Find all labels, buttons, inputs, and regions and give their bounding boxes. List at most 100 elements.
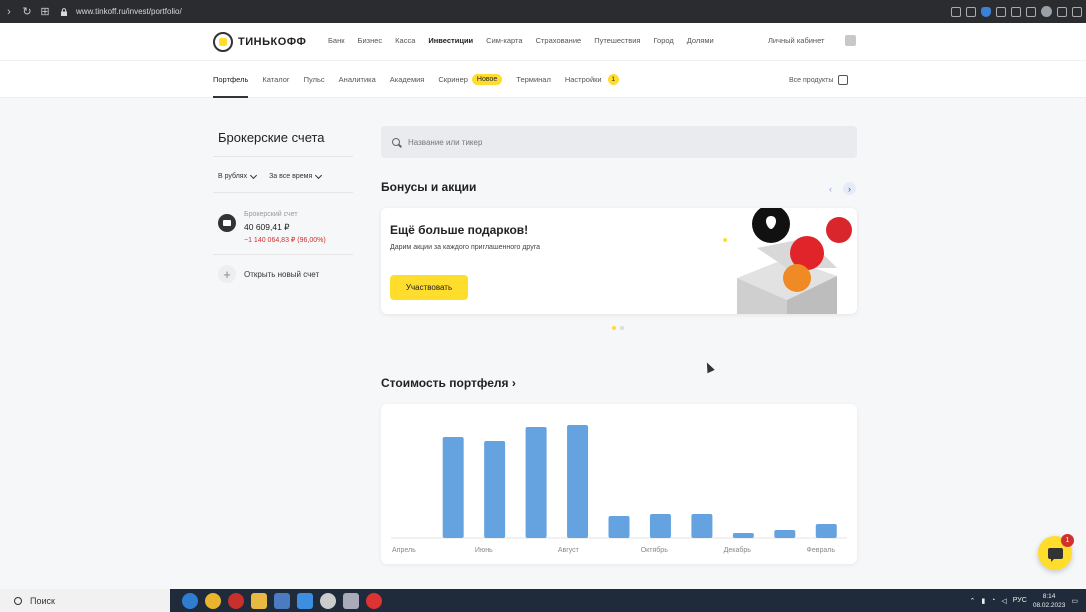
recorder-icon[interactable] — [366, 592, 382, 609]
chrome-icon[interactable] — [205, 592, 221, 609]
nav-city[interactable]: Город — [653, 36, 673, 45]
brand-name: ТИНЬКОФФ — [238, 36, 307, 48]
carousel-next-button[interactable]: › — [843, 182, 856, 195]
address-bar[interactable]: www.tinkoff.ru/invest/portfolio/ — [60, 7, 182, 16]
clock-date: 08.02.2023 — [1032, 601, 1066, 609]
windows-taskbar: Поиск ⌃ ▮ ◔ ◁ РУС 8:14 08.02.2023 ▭ — [0, 589, 1086, 612]
chart-bar-Ноябрь[interactable] — [691, 514, 713, 538]
carousel-prev-button[interactable]: ‹ — [824, 182, 837, 195]
promo-subtitle: Дарим акции за каждого приглашенного дру… — [390, 244, 541, 251]
nav-investments[interactable]: Инвестиции — [428, 36, 473, 45]
system-tray: ⌃ ▮ ◔ ◁ РУС 8:14 08.02.2023 ▭ — [969, 589, 1078, 612]
open-account-button[interactable]: + Открыть новый счет — [213, 254, 353, 283]
chart-bar-Январь[interactable] — [774, 530, 796, 538]
personal-cabinet-link[interactable]: Личный кабинет — [768, 36, 824, 45]
taskbar-search[interactable]: Поиск — [0, 589, 170, 612]
mail-icon[interactable] — [297, 592, 313, 609]
menu-icon[interactable] — [1072, 6, 1082, 17]
grid-icon — [838, 75, 849, 85]
new-badge: Новое — [471, 74, 503, 85]
chart-bar-Декабрь[interactable] — [732, 533, 754, 538]
tab-analytics[interactable]: Аналитика — [339, 75, 376, 84]
chart-bar-Октябрь[interactable] — [649, 514, 671, 538]
chart-bar-Август[interactable] — [567, 425, 589, 538]
tab-portfolio[interactable]: Портфель — [213, 75, 249, 98]
bonuses-title: Бонусы и акции — [381, 180, 477, 194]
notifications-icon[interactable]: ▭ — [1071, 597, 1078, 605]
screenshot-icon[interactable] — [966, 6, 976, 17]
account-name: Брокерский счет — [244, 211, 298, 218]
tab-screener[interactable]: Скринер Новое — [438, 74, 503, 85]
top-nav: Банк Бизнес Касса Инвестиции Сим-карта С… — [328, 36, 727, 45]
nav-sim[interactable]: Сим-карта — [486, 36, 522, 45]
tab-terminal[interactable]: Терминал — [516, 75, 551, 84]
x-tick-label: Декабрь — [724, 546, 752, 554]
participate-button[interactable]: Участвовать — [390, 275, 468, 300]
chart-bar-Июль[interactable] — [525, 427, 547, 538]
nav-kassa[interactable]: Касса — [395, 36, 415, 45]
chart-bar-Сентябрь[interactable] — [608, 516, 630, 538]
mouse-cursor — [703, 360, 715, 374]
tab-catalog[interactable]: Каталог — [262, 75, 289, 84]
shield-extension-icon[interactable] — [981, 6, 991, 17]
tab-settings[interactable]: Настройки 1 — [565, 74, 619, 85]
chart-bar-Февраль[interactable] — [815, 524, 837, 538]
cabinet-dropdown-icon[interactable] — [845, 35, 856, 46]
invest-subnav: Портфель Каталог Пульс Аналитика Академи… — [213, 74, 633, 98]
profile-avatar[interactable] — [1041, 6, 1052, 17]
tab-pulse[interactable]: Пульс — [304, 75, 325, 84]
carousel-dot[interactable] — [620, 326, 624, 330]
store-icon[interactable] — [274, 592, 290, 609]
app-icon[interactable] — [320, 592, 336, 609]
reload-icon[interactable]: ↻ — [18, 0, 36, 23]
volume-icon[interactable]: ◁ — [1001, 597, 1006, 605]
lock-icon — [61, 7, 67, 16]
edge-icon[interactable] — [182, 592, 198, 609]
gift-box-illustration — [723, 208, 852, 314]
microphone-icon[interactable]: ▮ — [981, 597, 985, 605]
chevron-up-icon[interactable]: ⌃ — [969, 597, 975, 605]
portfolio-value-title[interactable]: Стоимость портфеля › — [381, 376, 516, 390]
broker-account-item[interactable]: Брокерский счет 40 609,41 ₽ −1 140 064,8… — [213, 201, 353, 244]
address-text: www.tinkoff.ru/invest/portfolio/ — [76, 7, 182, 16]
all-products-link[interactable]: Все продукты — [789, 75, 849, 85]
extensions-icon[interactable] — [1026, 6, 1036, 17]
currency-filter[interactable]: В рублях — [218, 171, 258, 180]
tabs-grid-icon[interactable]: ⊞ — [36, 0, 54, 23]
bar-chart: Апрель Июнь Август Октябрь Декабрь Февраль — [391, 425, 847, 554]
promo-card[interactable]: Ещё больше подарков! Дарим акции за кажд… — [381, 208, 857, 314]
period-filter[interactable]: За все время — [269, 171, 323, 180]
network-icon[interactable]: ◔ — [991, 597, 995, 604]
tab-academy[interactable]: Академия — [390, 75, 425, 84]
promo-title: Ещё больше подарков! — [390, 223, 529, 237]
calculator-icon[interactable] — [343, 592, 359, 609]
divider — [213, 156, 353, 157]
nav-bank[interactable]: Банк — [328, 36, 345, 45]
ticker-search-input[interactable]: Название или тикер — [381, 126, 857, 158]
language-indicator[interactable]: РУС — [1013, 597, 1027, 604]
nav-business[interactable]: Бизнес — [358, 36, 383, 45]
open-account-label: Открыть новый счет — [244, 269, 320, 279]
support-chat-button[interactable]: 1 — [1038, 534, 1074, 570]
plus-icon: + — [218, 265, 236, 283]
chart-bar-Июнь[interactable] — [484, 441, 506, 538]
chat-icon — [1047, 547, 1063, 562]
nav-travel[interactable]: Путешествия — [594, 36, 640, 45]
heart-icon[interactable] — [1011, 6, 1021, 17]
account-change: −1 140 064,83 ₽ (96,00%) — [244, 237, 326, 244]
forward-icon[interactable]: › — [0, 0, 18, 23]
taskbar-search-label: Поиск — [30, 595, 55, 606]
nav-insurance[interactable]: Страхование — [536, 36, 582, 45]
currency-filter-label: В рублях — [218, 173, 248, 180]
file-explorer-icon[interactable] — [251, 592, 267, 609]
logo[interactable]: ТИНЬКОФФ — [213, 32, 306, 52]
send-icon[interactable] — [996, 6, 1006, 17]
clock[interactable]: 8:14 08.02.2023 — [1033, 592, 1066, 610]
carousel-dot[interactable] — [612, 326, 616, 330]
translate-icon[interactable] — [951, 6, 961, 17]
chart-bar-Май[interactable] — [442, 437, 464, 538]
opera-icon[interactable] — [228, 592, 244, 609]
download-icon[interactable] — [1057, 6, 1067, 17]
sidebar-title: Брокерские счета — [218, 130, 325, 145]
nav-dolyami[interactable]: Долями — [687, 36, 714, 45]
